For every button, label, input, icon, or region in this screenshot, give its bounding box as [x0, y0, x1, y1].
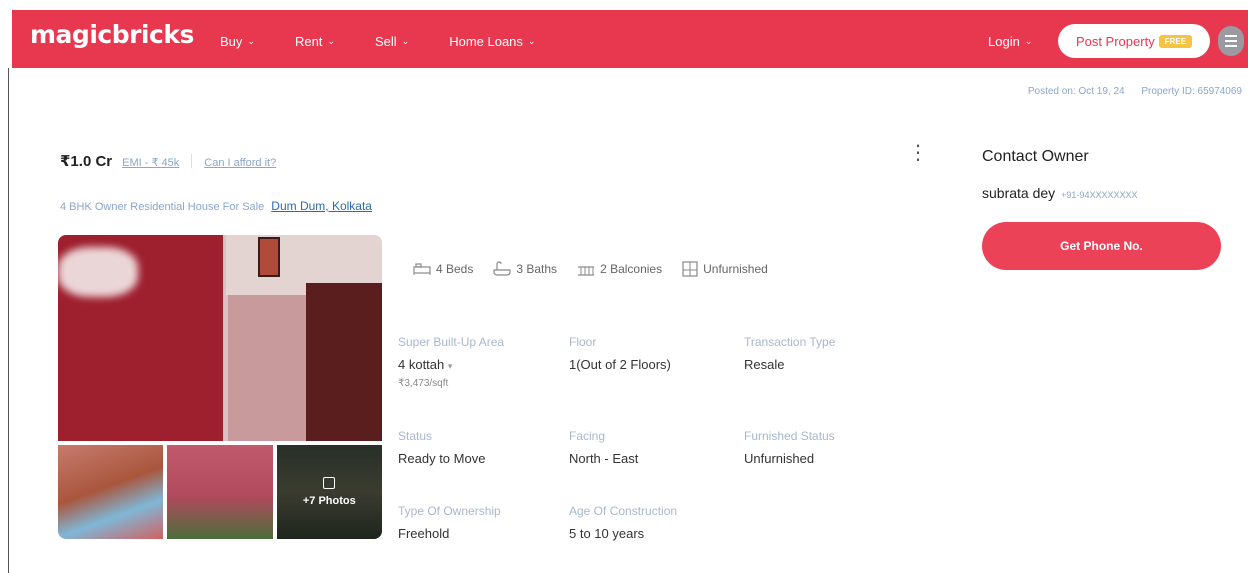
- thumbnail-strip: +7 Photos: [58, 445, 382, 539]
- emi-link[interactable]: EMI - ₹ 45k: [122, 156, 179, 169]
- spec-age: Age Of Construction 5 to 10 years: [569, 504, 677, 541]
- top-navbar: magicbricks Buy ⌄ Rent ⌄ Sell ⌄ Home Loans ⌄…: [12, 10, 1248, 68]
- chevron-down-icon: ⌄: [327, 36, 335, 46]
- chevron-down-icon: ⌄: [527, 36, 536, 46]
- nav-buy-label: Buy: [220, 34, 243, 49]
- spec-label: Facing: [569, 429, 606, 443]
- balconies-label: 2 Balconies: [600, 262, 663, 276]
- afford-link[interactable]: Can I afford it?: [204, 157, 276, 169]
- info-chevron-icon: ▾: [447, 361, 453, 371]
- nav-rent-label: Rent: [294, 34, 323, 49]
- amenities-row: 4 Beds 3 Baths 2 Balconies Unfurnished: [413, 261, 788, 277]
- listing-type: 4 BHK Owner Residential House For Sale: [60, 201, 265, 213]
- spec-value: North - East: [569, 451, 639, 466]
- spec-label: Floor: [569, 335, 597, 349]
- get-phone-button[interactable]: Get Phone No.: [982, 222, 1221, 270]
- bath-icon: [493, 261, 511, 276]
- photo-gallery: +7 Photos: [58, 235, 382, 539]
- divider: [191, 154, 193, 168]
- spec-label: Status: [398, 429, 433, 443]
- spec-value: 1(Out of 2 Floors): [569, 357, 671, 372]
- owner-name: subrata dey: [982, 185, 1056, 201]
- posted-date: Posted on: Oct 19, 24: [1027, 86, 1125, 97]
- beds-label: 4 Beds: [436, 262, 474, 276]
- post-property-button[interactable]: Post Property FREE: [1058, 24, 1210, 58]
- chevron-down-icon: ⌄: [401, 36, 410, 46]
- listing-meta: Posted on: Oct 19, 24 Property ID: 65974…: [1014, 86, 1242, 97]
- spec-transaction: Transaction Type Resale: [744, 335, 835, 372]
- baths-label: 3 Baths: [516, 262, 558, 276]
- nav-buy[interactable]: Buy ⌄: [220, 34, 255, 49]
- nav-home-loans-label: Home Loans: [449, 34, 523, 49]
- login-dropdown[interactable]: Login ⌄: [988, 34, 1032, 49]
- balcony-icon: [578, 266, 595, 276]
- spec-value: Resale: [744, 357, 785, 372]
- spec-floor: Floor 1(Out of 2 Floors): [569, 335, 671, 372]
- free-badge: FREE: [1158, 34, 1193, 48]
- nav-sell-label: Sell: [374, 34, 397, 49]
- spec-ownership: Type Of Ownership Freehold: [398, 504, 501, 541]
- contact-owner-title: Contact Owner: [982, 148, 1089, 165]
- nav-home-loans[interactable]: Home Loans ⌄: [449, 34, 535, 49]
- login-label: Login: [988, 34, 1020, 49]
- furnishing-icon: [682, 261, 698, 277]
- bed-icon: [413, 263, 431, 275]
- amenity-baths: 3 Baths: [493, 261, 557, 277]
- chevron-down-icon: ⌄: [247, 36, 255, 46]
- owner-info: subrata dey +91-94XXXXXXXX: [982, 185, 1137, 201]
- spec-label: Type Of Ownership: [398, 504, 501, 518]
- spec-value[interactable]: 4 kottah ▾: [398, 357, 504, 372]
- price-row: ₹1.0 Cr EMI - ₹ 45k Can I afford it?: [60, 152, 276, 170]
- post-property-label: Post Property: [1075, 33, 1155, 49]
- nav-sell[interactable]: Sell ⌄: [375, 34, 409, 49]
- more-photos-count: +7 Photos: [302, 495, 356, 507]
- chevron-down-icon: ⌄: [1024, 36, 1033, 46]
- spec-furnished: Furnished Status Unfurnished: [744, 429, 835, 466]
- spec-value: Unfurnished: [744, 451, 815, 466]
- spec-value: Freehold: [398, 526, 450, 541]
- spec-area: Super Built-Up Area 4 kottah ▾ ₹3,473/sq…: [398, 335, 504, 389]
- spec-label: Furnished Status: [744, 429, 835, 443]
- price-per-sqft: ₹3,473/sqft: [398, 378, 449, 389]
- location-link[interactable]: Dum Dum, Kolkata: [271, 199, 372, 213]
- page-border: [8, 68, 9, 573]
- spec-label: Age Of Construction: [569, 504, 678, 518]
- listing-subtitle: 4 BHK Owner Residential House For Sale D…: [60, 199, 372, 213]
- amenity-beds: 4 Beds: [413, 262, 473, 276]
- more-photos-thumbnail[interactable]: +7 Photos: [276, 445, 382, 539]
- main-nav: Buy ⌄ Rent ⌄ Sell ⌄ Home Loans ⌄: [220, 34, 575, 49]
- amenity-furnishing: Unfurnished: [682, 261, 768, 277]
- spec-value: 5 to 10 years: [569, 526, 645, 541]
- nav-rent[interactable]: Rent ⌄: [295, 34, 335, 49]
- more-options-icon[interactable]: ⋮: [908, 143, 928, 163]
- photo-icon: [323, 477, 336, 489]
- magicbricks-logo[interactable]: magicbricks: [30, 20, 194, 49]
- owner-phone-masked: +91-94XXXXXXXX: [1061, 190, 1138, 200]
- price: ₹1.0 Cr: [60, 153, 113, 170]
- spec-status: Status Ready to Move: [398, 429, 485, 466]
- spec-facing: Facing North - East: [569, 429, 638, 466]
- hamburger-menu-icon[interactable]: [1218, 26, 1244, 56]
- main-photo[interactable]: [58, 235, 382, 441]
- spec-label: Super Built-Up Area: [398, 335, 505, 349]
- property-id: Property ID: 65974069: [1141, 86, 1242, 97]
- spec-label: Transaction Type: [744, 335, 836, 349]
- spec-value: Ready to Move: [398, 451, 486, 466]
- thumbnail-photo[interactable]: [58, 445, 164, 539]
- amenity-balconies: 2 Balconies: [577, 261, 662, 277]
- thumbnail-photo[interactable]: [167, 445, 273, 539]
- furnishing-label: Unfurnished: [703, 262, 768, 276]
